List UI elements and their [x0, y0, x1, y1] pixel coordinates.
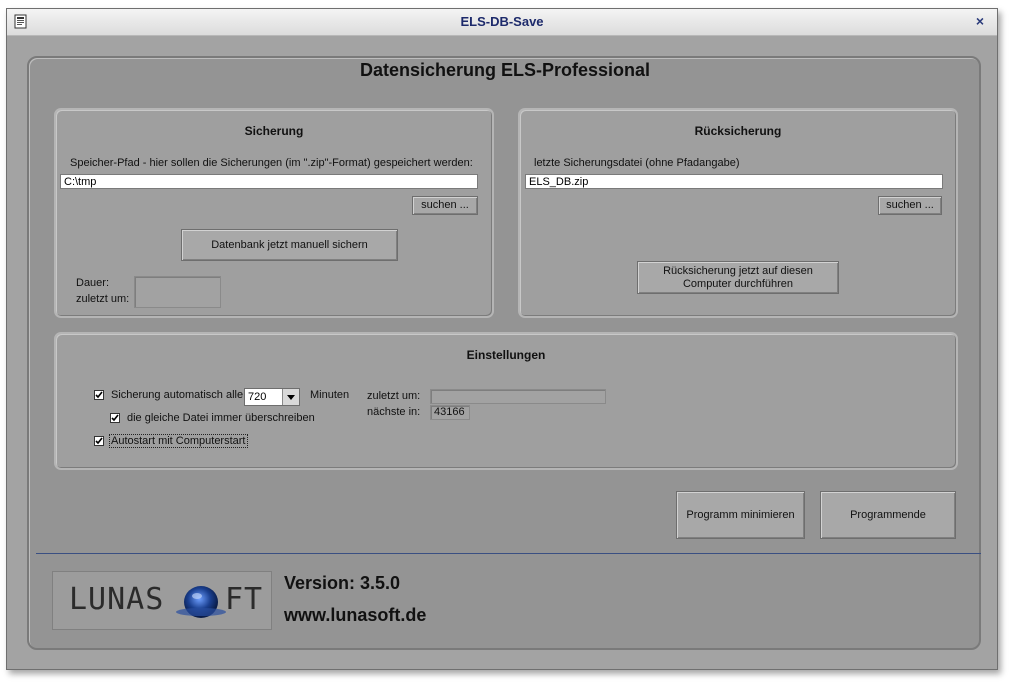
window-title: ELS-DB-Save	[460, 14, 544, 29]
restore-now-line1: Rücksicherung jetzt auf diesen	[663, 264, 813, 277]
next-backup-display: 43166	[430, 405, 470, 420]
backup-browse-button[interactable]: suchen ...	[412, 196, 478, 215]
title-bar[interactable]: ELS-DB-Save ×	[7, 9, 997, 36]
restore-now-line2: Computer durchführen	[682, 277, 794, 290]
overwrite-label[interactable]: die gleiche Datei immer überschreiben	[127, 412, 315, 424]
overwrite-checkbox[interactable]	[110, 413, 120, 423]
interval-value: 720	[248, 391, 267, 403]
last-auto-backup-display	[430, 389, 606, 404]
backup-panel: Sicherung Speicher-Pfad - hier sollen di…	[54, 108, 494, 318]
separator-line	[36, 553, 981, 554]
autostart-checkbox[interactable]	[94, 436, 104, 446]
logo-text-left: LUNAS	[69, 582, 165, 617]
auto-backup-checkbox[interactable]	[94, 390, 104, 400]
restore-now-button[interactable]: Rücksicherung jetzt auf diesen Computer …	[637, 261, 839, 294]
backup-path-label: Speicher-Pfad - hier sollen die Sicherun…	[70, 157, 473, 169]
exit-program-button[interactable]: Programmende	[820, 491, 956, 539]
globe-icon	[176, 586, 226, 618]
auto-backup-label[interactable]: Sicherung automatisch alle	[111, 389, 243, 401]
checkmark-icon	[111, 414, 119, 422]
website-link[interactable]: www.lunasoft.de	[284, 605, 426, 626]
last-auto-backup-label: zuletzt um:	[367, 390, 421, 402]
manual-backup-button[interactable]: Datenbank jetzt manuell sichern	[181, 229, 398, 261]
next-backup-label: nächste in:	[367, 406, 421, 418]
close-button[interactable]: ×	[971, 12, 989, 30]
last-backup-label: zuletzt um:	[76, 293, 130, 305]
chevron-down-icon[interactable]	[282, 389, 299, 405]
checkmark-icon	[95, 391, 103, 399]
restore-file-input[interactable]: ELS_DB.zip	[525, 174, 943, 189]
page-title: Datensicherung ELS-Professional	[359, 60, 651, 80]
lunasoft-logo: LUNAS FT	[52, 571, 272, 630]
minimize-program-button[interactable]: Programm minimieren	[676, 491, 805, 539]
checkmark-icon	[95, 437, 103, 445]
version-label: Version: 3.5.0	[284, 573, 401, 593]
minutes-label: Minuten	[310, 389, 350, 401]
backup-path-input[interactable]: C:\tmp	[60, 174, 478, 189]
settings-panel-title: Einstellungen	[466, 348, 546, 362]
restore-panel: Rücksicherung letzte Sicherungsdatei (oh…	[518, 108, 958, 318]
restore-file-label: letzte Sicherungsdatei (ohne Pfadangabe)	[534, 157, 740, 169]
settings-panel: Einstellungen Sicherung automatisch alle…	[54, 332, 958, 470]
duration-display	[134, 276, 221, 308]
backup-panel-title: Sicherung	[244, 124, 304, 138]
interval-select[interactable]: 720	[244, 388, 300, 406]
close-icon: ×	[975, 13, 985, 29]
restore-browse-button[interactable]: suchen ...	[878, 196, 942, 215]
duration-label: Dauer:	[76, 277, 110, 289]
restore-panel-title: Rücksicherung	[694, 124, 782, 138]
logo-text-right: FT	[225, 582, 264, 617]
autostart-label[interactable]: Autostart mit Computerstart	[109, 434, 248, 448]
